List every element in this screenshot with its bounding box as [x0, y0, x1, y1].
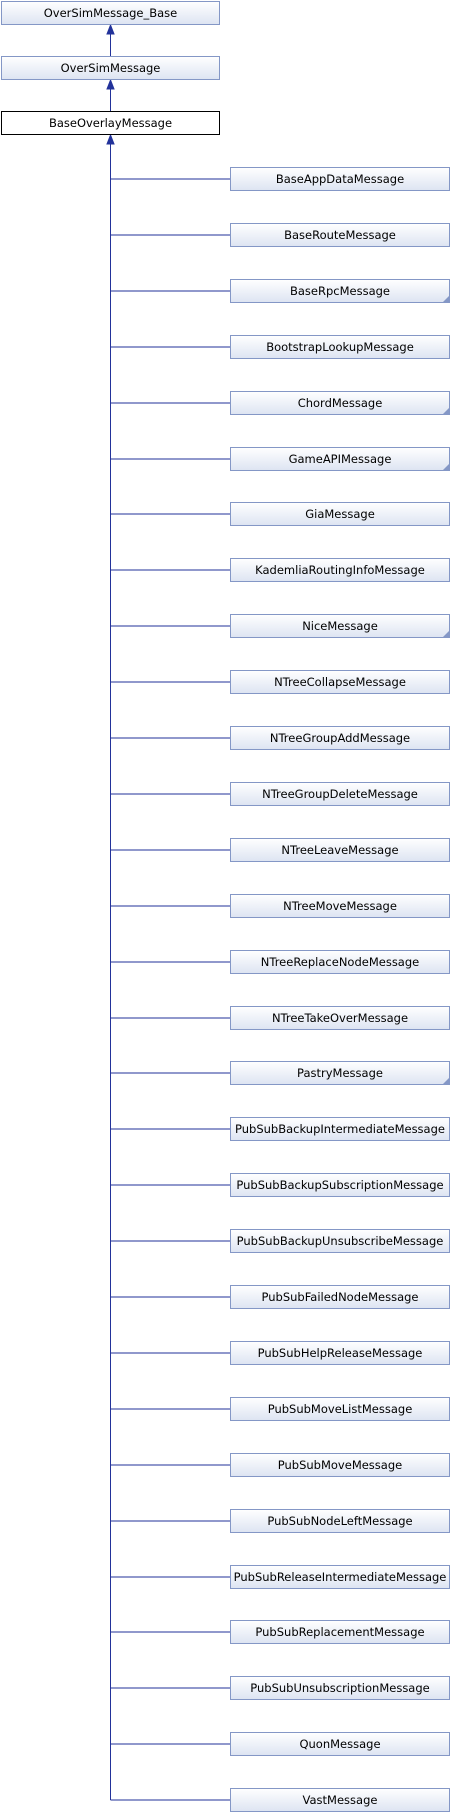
class-node-ntree-leave-message[interactable]: NTreeLeaveMessage	[230, 838, 450, 862]
class-node-pub-sub-move-message[interactable]: PubSubMoveMessage	[230, 1453, 450, 1477]
class-node-base-app-data-message-label: BaseAppDataMessage	[276, 172, 404, 186]
class-node-nice-message[interactable]: NiceMessage	[230, 614, 450, 638]
class-node-pastry-message[interactable]: PastryMessage	[230, 1061, 450, 1085]
class-node-pub-sub-backup-intermediate-message-label: PubSubBackupIntermediateMessage	[235, 1122, 445, 1136]
class-node-over-sim-message-label: OverSimMessage	[61, 61, 161, 75]
class-node-pub-sub-backup-unsubscribe-message-label: PubSubBackupUnsubscribeMessage	[237, 1234, 444, 1248]
class-node-pub-sub-backup-unsubscribe-message[interactable]: PubSubBackupUnsubscribeMessage	[230, 1229, 450, 1253]
class-node-over-sim-message[interactable]: OverSimMessage	[1, 56, 220, 80]
class-node-pub-sub-node-left-message[interactable]: PubSubNodeLeftMessage	[230, 1509, 450, 1533]
class-node-ntree-collapse-message[interactable]: NTreeCollapseMessage	[230, 670, 450, 694]
class-node-pub-sub-move-message-label: PubSubMoveMessage	[278, 1458, 402, 1472]
class-node-ntree-replace-node-message[interactable]: NTreeReplaceNodeMessage	[230, 950, 450, 974]
class-node-ntree-move-message-label: NTreeMoveMessage	[283, 899, 397, 913]
class-node-base-rpc-message-label: BaseRpcMessage	[290, 284, 390, 298]
class-node-nice-message-label: NiceMessage	[302, 619, 378, 633]
class-node-over-sim-message-base[interactable]: OverSimMessage_Base	[1, 1, 220, 25]
class-node-ntree-group-add-message[interactable]: NTreeGroupAddMessage	[230, 726, 450, 750]
inheritance-arrow-icon	[106, 23, 115, 35]
class-node-pub-sub-backup-intermediate-message[interactable]: PubSubBackupIntermediateMessage	[230, 1117, 450, 1141]
class-node-chord-message[interactable]: ChordMessage	[230, 391, 450, 415]
class-node-vast-message-label: VastMessage	[303, 1793, 378, 1807]
class-node-base-overlay-message[interactable]: BaseOverlayMessage	[1, 111, 220, 135]
class-node-base-route-message-label: BaseRouteMessage	[284, 228, 396, 242]
class-node-base-app-data-message[interactable]: BaseAppDataMessage	[230, 167, 450, 191]
class-node-pub-sub-help-release-message-label: PubSubHelpReleaseMessage	[258, 1346, 423, 1360]
class-node-bootstrap-lookup-message[interactable]: BootstrapLookupMessage	[230, 335, 450, 359]
class-node-chord-message-label: ChordMessage	[298, 396, 383, 410]
class-node-ntree-take-over-message-label: NTreeTakeOverMessage	[272, 1011, 408, 1025]
class-node-pub-sub-move-list-message-label: PubSubMoveListMessage	[268, 1402, 413, 1416]
class-node-vast-message[interactable]: VastMessage	[230, 1788, 450, 1812]
inheritance-diagram: OverSimMessage_Base OverSimMessage BaseOve…	[1, 1, 450, 1812]
class-node-pub-sub-release-intermediate-message-label: PubSubReleaseIntermediateMessage	[234, 1570, 447, 1584]
class-node-pub-sub-node-left-message-label: PubSubNodeLeftMessage	[267, 1514, 412, 1528]
class-node-game-apimessage[interactable]: GameAPIMessage	[230, 447, 450, 471]
class-node-pub-sub-failed-node-message[interactable]: PubSubFailedNodeMessage	[230, 1285, 450, 1309]
class-node-base-overlay-message-label: BaseOverlayMessage	[49, 116, 172, 130]
class-node-pastry-message-label: PastryMessage	[297, 1066, 383, 1080]
class-node-quon-message-label: QuonMessage	[299, 1737, 380, 1751]
class-node-kademlia-routing-info-message-label: KademliaRoutingInfoMessage	[255, 563, 425, 577]
class-node-pub-sub-unsubscription-message-label: PubSubUnsubscriptionMessage	[250, 1681, 429, 1695]
class-node-over-sim-message-base-label: OverSimMessage_Base	[44, 6, 178, 20]
class-node-ntree-group-add-message-label: NTreeGroupAddMessage	[270, 731, 410, 745]
inheritance-arrow-icon	[106, 133, 115, 145]
class-node-ntree-replace-node-message-label: NTreeReplaceNodeMessage	[261, 955, 419, 969]
class-node-pub-sub-failed-node-message-label: PubSubFailedNodeMessage	[262, 1290, 419, 1304]
class-node-ntree-take-over-message[interactable]: NTreeTakeOverMessage	[230, 1006, 450, 1030]
class-node-pub-sub-release-intermediate-message[interactable]: PubSubReleaseIntermediateMessage	[230, 1565, 450, 1589]
class-node-ntree-move-message[interactable]: NTreeMoveMessage	[230, 894, 450, 918]
class-node-pub-sub-backup-subscription-message-label: PubSubBackupSubscriptionMessage	[236, 1178, 443, 1192]
class-node-pub-sub-backup-subscription-message[interactable]: PubSubBackupSubscriptionMessage	[230, 1173, 450, 1197]
class-node-ntree-group-delete-message-label: NTreeGroupDeleteMessage	[262, 787, 418, 801]
class-node-pub-sub-help-release-message[interactable]: PubSubHelpReleaseMessage	[230, 1341, 450, 1365]
inheritance-arrow-icon	[106, 78, 115, 90]
class-node-kademlia-routing-info-message[interactable]: KademliaRoutingInfoMessage	[230, 558, 450, 582]
class-node-bootstrap-lookup-message-label: BootstrapLookupMessage	[266, 340, 414, 354]
class-node-pub-sub-replacement-message[interactable]: PubSubReplacementMessage	[230, 1620, 450, 1644]
class-node-pub-sub-move-list-message[interactable]: PubSubMoveListMessage	[230, 1397, 450, 1421]
class-node-ntree-collapse-message-label: NTreeCollapseMessage	[274, 675, 406, 689]
class-node-ntree-group-delete-message[interactable]: NTreeGroupDeleteMessage	[230, 782, 450, 806]
class-node-gia-message[interactable]: GiaMessage	[230, 502, 450, 526]
class-node-base-route-message[interactable]: BaseRouteMessage	[230, 223, 450, 247]
class-node-quon-message[interactable]: QuonMessage	[230, 1732, 450, 1756]
class-node-ntree-leave-message-label: NTreeLeaveMessage	[281, 843, 398, 857]
class-node-gia-message-label: GiaMessage	[305, 507, 375, 521]
inheritance-edges	[106, 23, 230, 1801]
class-node-pub-sub-replacement-message-label: PubSubReplacementMessage	[255, 1625, 424, 1639]
class-node-game-apimessage-label: GameAPIMessage	[289, 452, 392, 466]
class-node-pub-sub-unsubscription-message[interactable]: PubSubUnsubscriptionMessage	[230, 1676, 450, 1700]
class-node-base-rpc-message[interactable]: BaseRpcMessage	[230, 279, 450, 303]
